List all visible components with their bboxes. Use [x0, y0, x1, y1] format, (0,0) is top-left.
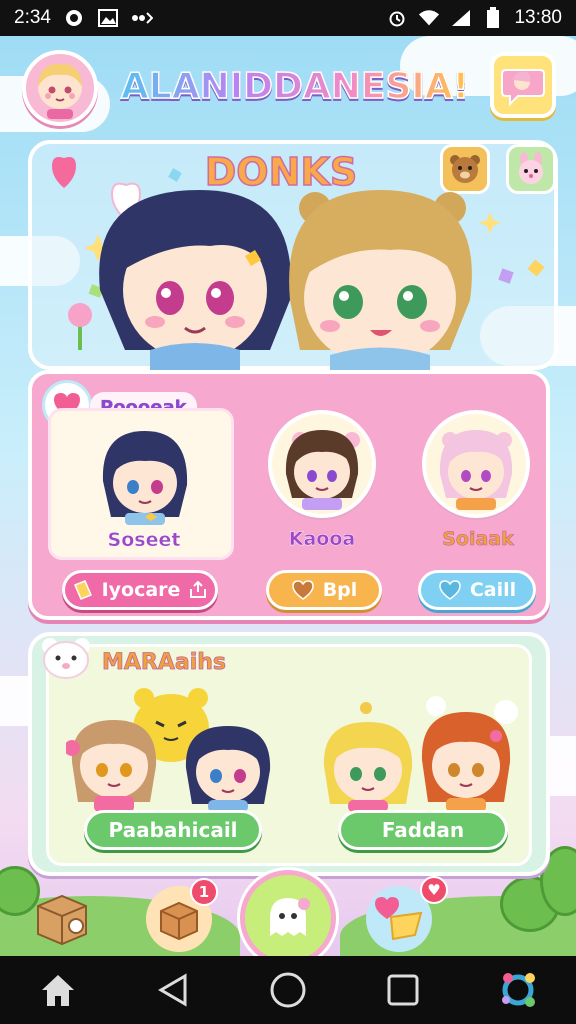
caill-button[interactable]: Caill	[418, 570, 536, 610]
battery-icon	[482, 7, 504, 29]
back-button[interactable]	[141, 958, 205, 1022]
paabahicail-button[interactable]: Paabahicail	[84, 810, 262, 850]
confetti	[527, 259, 545, 277]
characters-panel: Poooeak Soseet Kaooa Soiaak Iyocare Bpl …	[28, 370, 550, 620]
assistant-button[interactable]	[486, 958, 550, 1022]
camera-box-icon	[37, 894, 87, 946]
whatsapp-icon	[63, 7, 85, 29]
status-time-left: 2:34	[14, 7, 51, 28]
character-portrait	[102, 431, 188, 525]
signal-dots-icon	[131, 7, 153, 29]
app-title: ALANIDDANESIA!	[120, 56, 470, 116]
avatar-face-icon	[38, 63, 82, 119]
character-portrait	[439, 430, 513, 510]
heart-chat-button[interactable]: ♥	[366, 876, 448, 952]
flower-icon	[68, 303, 92, 327]
chat-button[interactable]	[490, 52, 556, 118]
character-girl	[99, 190, 291, 370]
notification-badge: 1	[190, 878, 218, 906]
home-ghost-button[interactable]	[240, 870, 336, 966]
caill-label: Caill	[469, 579, 517, 601]
circle-home-button[interactable]	[256, 958, 320, 1022]
group-panel-title: MARAaihs	[102, 650, 227, 676]
character-card[interactable]	[268, 410, 376, 518]
cell-signal-icon	[450, 7, 472, 29]
group-right-illustration	[323, 696, 518, 812]
back-icon	[157, 973, 187, 1007]
navy-hair-girl	[185, 726, 271, 812]
faddan-button[interactable]: Faddan	[338, 810, 508, 850]
alarm-icon	[386, 7, 408, 29]
recents-icon	[387, 974, 419, 1006]
character-card-selected[interactable]: Soseet	[48, 408, 234, 560]
heart-icon	[291, 580, 314, 600]
ticket-icon	[73, 580, 92, 600]
circle-home-icon	[270, 972, 306, 1008]
status-time-right: 13:80	[514, 7, 562, 28]
character-name: Soseet	[107, 529, 181, 551]
confetti	[498, 268, 514, 284]
blond-boy	[323, 702, 413, 812]
character-name: Kaooa	[288, 528, 356, 550]
image-icon	[97, 7, 119, 29]
ghost-home-icon	[270, 898, 310, 936]
gift-box-icon	[160, 901, 198, 941]
home-icon	[41, 975, 74, 1006]
home-button[interactable]	[26, 958, 90, 1022]
character-name: Soiaak	[442, 528, 514, 551]
character-card[interactable]	[422, 410, 530, 518]
iyocare-label: Iyocare	[101, 579, 181, 601]
redhead-girl	[421, 696, 518, 812]
brown-hair-girl	[66, 720, 157, 812]
camera-box-button[interactable]	[30, 886, 94, 950]
recents-button[interactable]	[371, 958, 435, 1022]
sparkle-icon	[479, 212, 501, 234]
share-icon	[190, 580, 207, 598]
notification-badge: ♥	[420, 876, 448, 904]
confetti	[168, 168, 182, 182]
heart-chat-icon	[375, 897, 423, 941]
hero-characters-illustration	[52, 157, 545, 370]
chat-bubble-icon	[501, 69, 545, 107]
ghost-mascot-icon	[42, 638, 90, 679]
character-boy	[289, 190, 472, 370]
gift-box-button[interactable]: 1	[146, 878, 218, 952]
status-bar: 2:34 13:80	[0, 0, 576, 36]
bpl-label: Bpl	[322, 579, 358, 601]
system-nav-bar	[0, 956, 576, 1024]
heart-icon	[439, 580, 461, 600]
bpl-button[interactable]: Bpl	[266, 570, 382, 610]
wifi-icon	[418, 7, 440, 29]
profile-avatar[interactable]	[22, 50, 98, 126]
group-panel: MARAaihs Paabahicail Faddan	[28, 632, 550, 876]
character-portrait	[285, 430, 360, 510]
group-left-illustration	[66, 688, 271, 812]
iyocare-button[interactable]: Iyocare	[62, 570, 218, 610]
assistant-icon	[502, 973, 536, 1007]
heart-icon	[52, 157, 76, 188]
